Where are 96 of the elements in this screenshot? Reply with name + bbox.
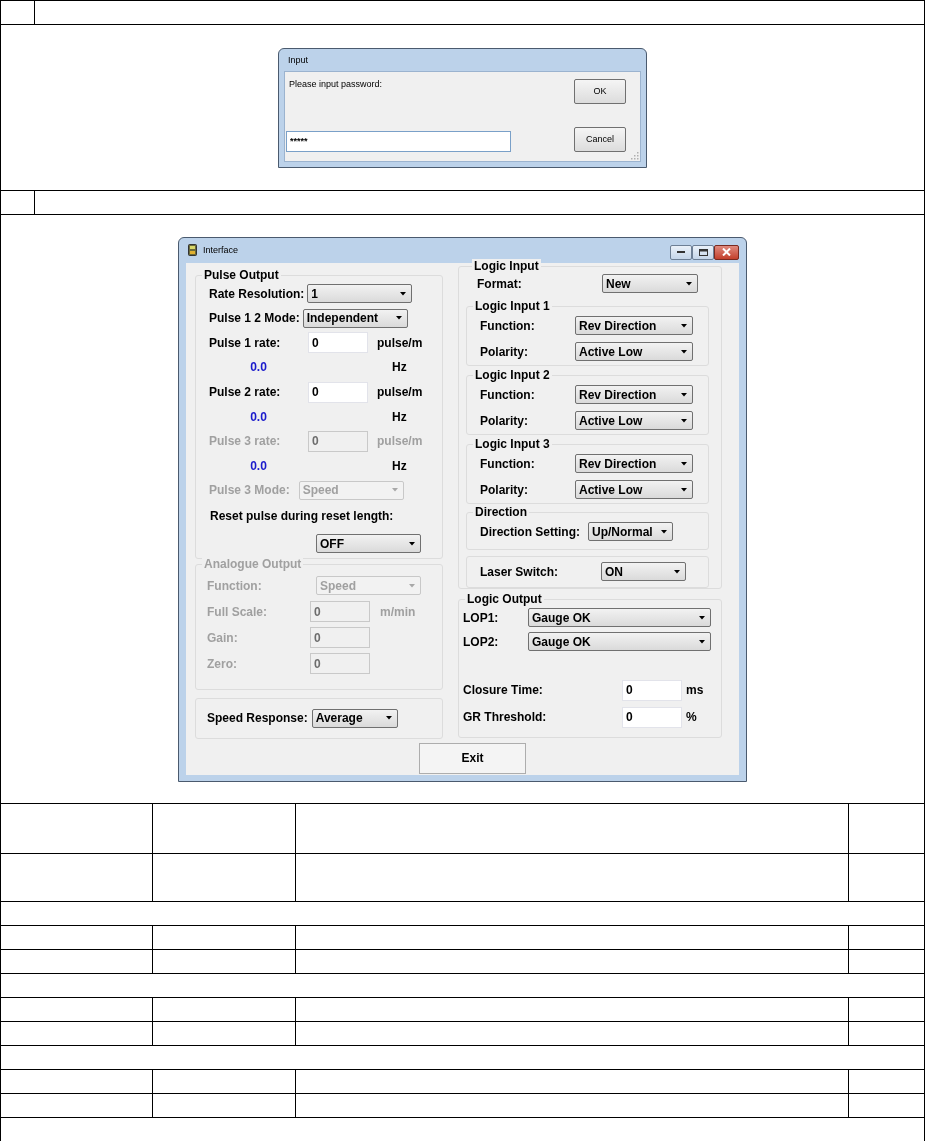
exit-button[interactable]: Exit — [419, 742, 526, 774]
maximize-icon — [698, 248, 708, 256]
dropdown[interactable]: Active Low — [575, 342, 693, 361]
field-label: GR Threshold: — [463, 710, 548, 724]
group-title: Logic Output — [465, 591, 544, 606]
input-field[interactable]: 0 — [622, 679, 682, 701]
caret-icon — [681, 418, 687, 423]
rate-reading: 0.0 — [250, 458, 267, 473]
group-title: Logic Input — [472, 258, 541, 273]
field-label: Rate Resolution: — [209, 286, 305, 301]
field-label: Format: — [477, 276, 523, 291]
group-title: Logic Input 1 — [473, 298, 552, 313]
group-title: Pulse Output — [202, 267, 281, 282]
close-icon — [722, 248, 731, 256]
caret-icon — [681, 349, 687, 354]
dropdown[interactable]: Up/Normal — [588, 522, 673, 541]
unit-label: pulse/m — [377, 335, 423, 350]
input-field[interactable]: 0 — [308, 332, 368, 354]
caret-icon — [395, 316, 402, 321]
field-label: Function: — [207, 578, 263, 593]
unit-label: % — [686, 710, 697, 724]
rate-reading: 0.0 — [250, 360, 267, 375]
unit-label: Hz — [392, 360, 407, 375]
unit-label: ms — [686, 683, 704, 697]
field-label: Reset pulse during reset length: — [210, 509, 394, 524]
window-title: Interface — [203, 245, 239, 255]
dropdown[interactable]: Gauge OK — [528, 608, 711, 627]
field-label: Pulse 1 rate: — [209, 335, 282, 350]
rate-reading: 0.0 — [250, 409, 267, 424]
password-field[interactable]: ***** — [286, 130, 511, 152]
dropdown[interactable]: Rev Direction — [575, 316, 693, 335]
field-label: Direction Setting: — [480, 524, 580, 539]
unit-label: Hz — [392, 458, 407, 473]
field-label: Polarity: — [480, 482, 529, 497]
dropdown[interactable]: Active Low — [575, 480, 693, 499]
app-icon — [188, 244, 197, 256]
group-title: Direction — [473, 504, 529, 519]
field-label: Pulse 3 rate: — [209, 434, 282, 449]
caret-icon — [400, 291, 407, 296]
resize-grip-icon[interactable] — [631, 151, 639, 160]
caret-icon — [385, 716, 392, 720]
field-label: Pulse 1 2 Mode: — [209, 311, 300, 326]
caret-icon — [409, 583, 415, 588]
caret-icon — [699, 639, 705, 644]
field-label: Function: — [480, 456, 536, 471]
prompt-text: Please input password: — [288, 78, 384, 89]
dropdown[interactable]: OFF — [316, 534, 421, 554]
field-label: Full Scale: — [207, 604, 269, 619]
unit-label: pulse/m — [377, 385, 423, 400]
dropdown[interactable]: Active Low — [575, 411, 693, 430]
dropdown[interactable]: New — [602, 274, 698, 293]
unit-label: m/min — [380, 604, 416, 619]
window-title: Input — [287, 54, 309, 65]
group-title: Logic Input 3 — [473, 436, 552, 451]
dropdown[interactable]: Average — [311, 708, 398, 728]
field-label: Speed Response: — [207, 711, 308, 725]
caret-icon — [661, 529, 667, 534]
dropdown[interactable]: Rev Direction — [575, 454, 693, 473]
caret-icon — [681, 392, 687, 397]
caret-icon — [681, 461, 687, 466]
field-label: LOP2: — [463, 634, 500, 649]
caret-icon — [391, 488, 398, 493]
input-field[interactable]: 0 — [622, 706, 682, 728]
dropdown[interactable]: 1 — [307, 284, 413, 304]
field-label: Zero: — [207, 656, 238, 671]
field-label: Function: — [480, 387, 536, 402]
caret-icon — [674, 569, 680, 574]
close-button[interactable] — [714, 244, 739, 260]
field-label: Polarity: — [480, 413, 529, 428]
caret-icon — [699, 615, 705, 620]
input-field[interactable]: 0 — [308, 381, 368, 403]
dropdown[interactable]: ON — [601, 562, 686, 581]
caret-icon — [686, 281, 692, 286]
dropdown[interactable]: Gauge OK — [528, 632, 711, 651]
minimize-button[interactable] — [670, 244, 692, 260]
field-label: Gain: — [207, 630, 239, 645]
field-label: LOP1: — [463, 610, 500, 625]
field-label: Function: — [480, 318, 536, 333]
unit-label: Hz — [392, 409, 407, 424]
dropdown[interactable]: Rev Direction — [575, 385, 693, 404]
dropdown[interactable]: Independent — [302, 308, 408, 328]
field-label: Laser Switch: — [480, 564, 560, 579]
maximize-button[interactable] — [692, 244, 714, 260]
group-title: Analogue Output — [202, 556, 304, 571]
field-label: Pulse 2 rate: — [209, 385, 282, 400]
field-label: Pulse 3 Mode: — [209, 483, 290, 498]
field-label: Closure Time: — [463, 683, 544, 697]
caret-icon — [681, 323, 687, 328]
unit-label: pulse/m — [377, 434, 423, 449]
field-label: Polarity: — [480, 344, 529, 359]
caret-icon — [681, 487, 687, 492]
caret-icon — [409, 541, 415, 546]
group-title: Logic Input 2 — [473, 367, 552, 382]
dialog-button[interactable]: Cancel — [574, 126, 626, 152]
dialog-button[interactable]: OK — [574, 78, 626, 104]
minimize-icon — [677, 250, 685, 254]
